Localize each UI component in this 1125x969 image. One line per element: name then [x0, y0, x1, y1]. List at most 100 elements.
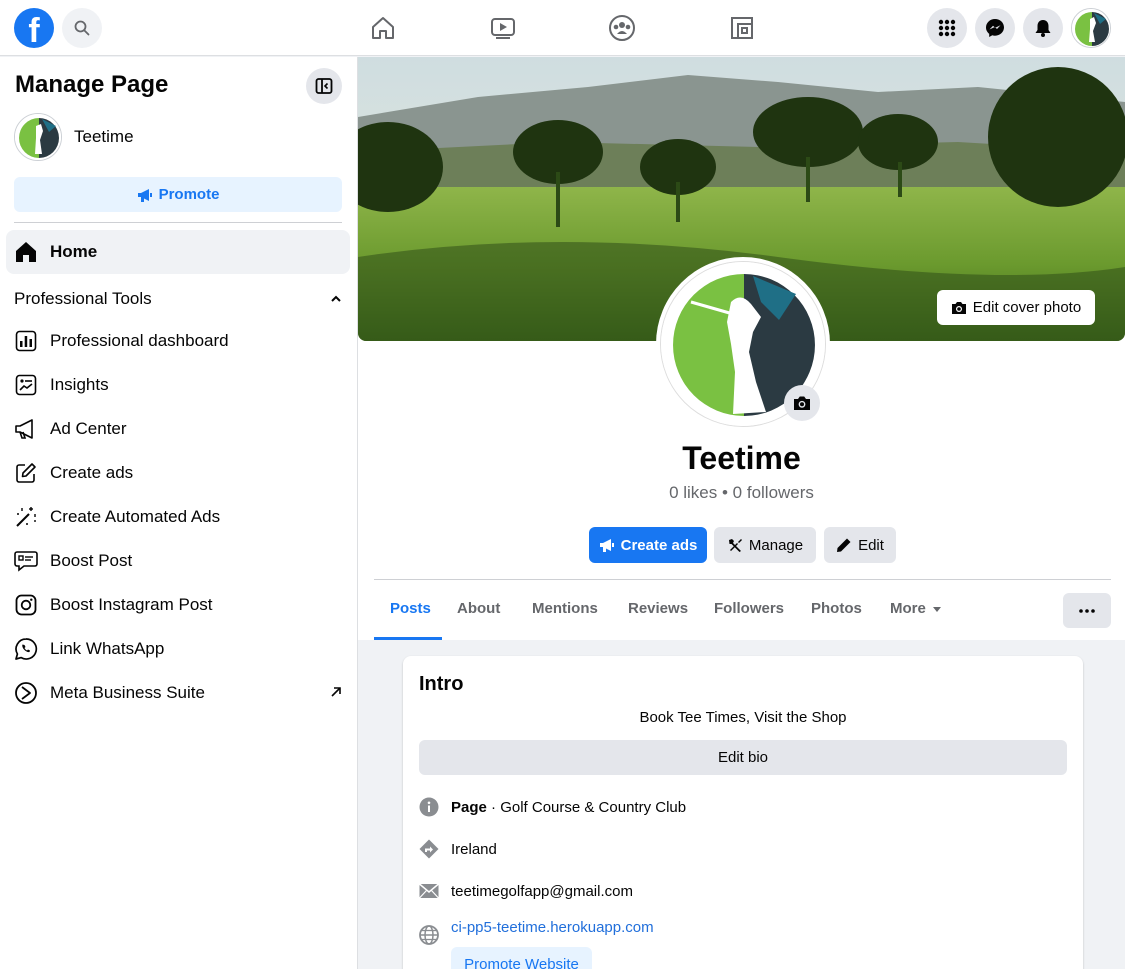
page-avatar [14, 113, 62, 161]
whatsapp-icon [14, 637, 38, 661]
external-link-arrow-icon [330, 683, 342, 703]
menu-grid-icon[interactable] [927, 8, 967, 48]
manage-label: Manage [748, 536, 804, 554]
info-icon [419, 797, 439, 817]
sidebar-item-label: Professional dashboard [50, 331, 229, 350]
intro-bio: Book Tee Times, Visit the Shop [639, 709, 847, 726]
top-navigation-bar: f [0, 0, 1125, 56]
sidebar-item-label: Link WhatsApp [50, 639, 165, 658]
page-category: · Golf Course & Country Club [486, 798, 687, 816]
megaphone-icon [137, 188, 152, 202]
sidebar-item-meta-business-suite[interactable]: Meta Business Suite [14, 673, 344, 713]
tools-icon [728, 539, 742, 552]
website-link[interactable]: ci-pp5-teetime.herokuapp.com [451, 919, 654, 936]
intro-website: ci-pp5-teetime.herokuapp.com [419, 919, 654, 945]
envelope-icon [419, 881, 439, 901]
dashboard-icon [14, 329, 38, 353]
tab-more-label: More [890, 600, 926, 617]
boost-post-icon [14, 549, 38, 573]
instagram-icon [14, 593, 38, 617]
professional-tools-section-header[interactable]: Professional Tools [14, 289, 342, 309]
sidebar-item-link-whatsapp[interactable]: Link WhatsApp [14, 629, 344, 669]
sidebar-home-label: Home [50, 242, 98, 261]
manage-button[interactable]: Manage [714, 527, 816, 563]
chevron-up-icon [331, 295, 341, 302]
intro-location: Ireland [419, 839, 497, 859]
sidebar-item-ad-center[interactable]: Ad Center [14, 409, 344, 449]
sidebar-item-label: Meta Business Suite [50, 683, 205, 702]
camera-icon [951, 301, 966, 314]
facebook-logo-icon[interactable]: f [14, 8, 54, 48]
sidebar-page-name: Teetime [74, 127, 134, 146]
pencil-icon [837, 538, 851, 552]
directions-icon [419, 839, 439, 859]
watch-video-icon[interactable] [487, 12, 519, 44]
edit-bio-button[interactable]: Edit bio [419, 740, 1067, 775]
sidebar-item-label: Insights [50, 375, 109, 394]
tab-posts[interactable]: Posts [390, 600, 431, 617]
account-avatar[interactable] [1071, 8, 1111, 48]
intro-email: teetimegolfapp@gmail.com [419, 881, 633, 901]
manage-page-sidebar: Manage Page Teetime Promote Home Profess… [0, 57, 358, 969]
sidebar-item-home[interactable]: Home [6, 230, 350, 274]
caret-down-icon [932, 606, 941, 612]
tab-about[interactable]: About [457, 600, 500, 617]
intro-page-category: Page · Golf Course & Country Club [419, 797, 686, 817]
sidebar-item-professional-dashboard[interactable]: Professional dashboard [14, 321, 344, 361]
sidebar-item-boost-instagram-post[interactable]: Boost Instagram Post [14, 585, 344, 625]
sidebar-item-label: Create Automated Ads [50, 507, 221, 526]
create-ads-label: Create ads [620, 536, 698, 554]
intro-title: Intro [419, 673, 464, 695]
megaphone-icon [14, 417, 38, 441]
sidebar-title: Manage Page [15, 71, 169, 98]
collapse-sidebar-icon[interactable] [306, 68, 342, 104]
intro-card: Intro Book Tee Times, Visit the Shop Edi… [403, 656, 1083, 969]
page-likes-followers: 0 likes • 0 followers [669, 483, 814, 502]
business-suite-icon [14, 681, 38, 705]
sidebar-item-label: Ad Center [50, 419, 127, 438]
megaphone-icon [599, 539, 614, 552]
sidebar-item-create-automated-ads[interactable]: Create Automated Ads [14, 497, 344, 537]
home-icon[interactable] [367, 12, 399, 44]
more-options-icon[interactable] [1063, 593, 1111, 628]
create-ads-button[interactable]: Create ads [589, 527, 707, 563]
promote-button[interactable]: Promote [14, 177, 342, 212]
section-label: Professional Tools [14, 289, 152, 308]
sidebar-item-boost-post[interactable]: Boost Post [14, 541, 344, 581]
edit-page-button[interactable]: Edit [824, 527, 896, 563]
tab-followers[interactable]: Followers [714, 600, 784, 617]
promote-website-button[interactable]: Promote Website [451, 947, 592, 969]
tab-mentions[interactable]: Mentions [532, 600, 598, 617]
tab-reviews[interactable]: Reviews [628, 600, 688, 617]
edit-cover-photo-button[interactable]: Edit cover photo [937, 290, 1095, 325]
update-profile-photo-camera-icon[interactable] [784, 385, 820, 421]
home-filled-icon [16, 242, 36, 262]
sidebar-item-label: Boost Post [50, 551, 133, 570]
notifications-bell-icon[interactable] [1023, 8, 1063, 48]
globe-icon [419, 925, 439, 945]
insights-icon [14, 373, 38, 397]
search-icon[interactable] [62, 8, 102, 48]
edit-cover-label: Edit cover photo [972, 299, 1082, 316]
gaming-icon[interactable] [726, 12, 758, 44]
promote-label: Promote [158, 186, 220, 203]
sidebar-divider [14, 222, 342, 223]
logo-letter: f [28, 12, 40, 48]
groups-icon[interactable] [606, 12, 638, 44]
sidebar-item-label: Create ads [50, 463, 134, 482]
page-title: Teetime [682, 440, 801, 476]
location-text: Ireland [451, 840, 497, 858]
tab-photos[interactable]: Photos [811, 600, 862, 617]
pencil-square-icon [14, 461, 38, 485]
sidebar-item-insights[interactable]: Insights [14, 365, 344, 405]
tab-more[interactable]: More [890, 600, 942, 617]
sidebar-page-switcher[interactable]: Teetime [14, 113, 134, 161]
sidebar-item-label: Boost Instagram Post [50, 595, 213, 614]
magic-wand-icon [14, 505, 38, 529]
edit-label: Edit [858, 536, 884, 554]
tabs-divider [374, 579, 1111, 580]
messenger-icon[interactable] [975, 8, 1015, 48]
sidebar-item-create-ads[interactable]: Create ads [14, 453, 344, 493]
page-type-label: Page [451, 798, 487, 816]
email-text: teetimegolfapp@gmail.com [451, 882, 633, 900]
